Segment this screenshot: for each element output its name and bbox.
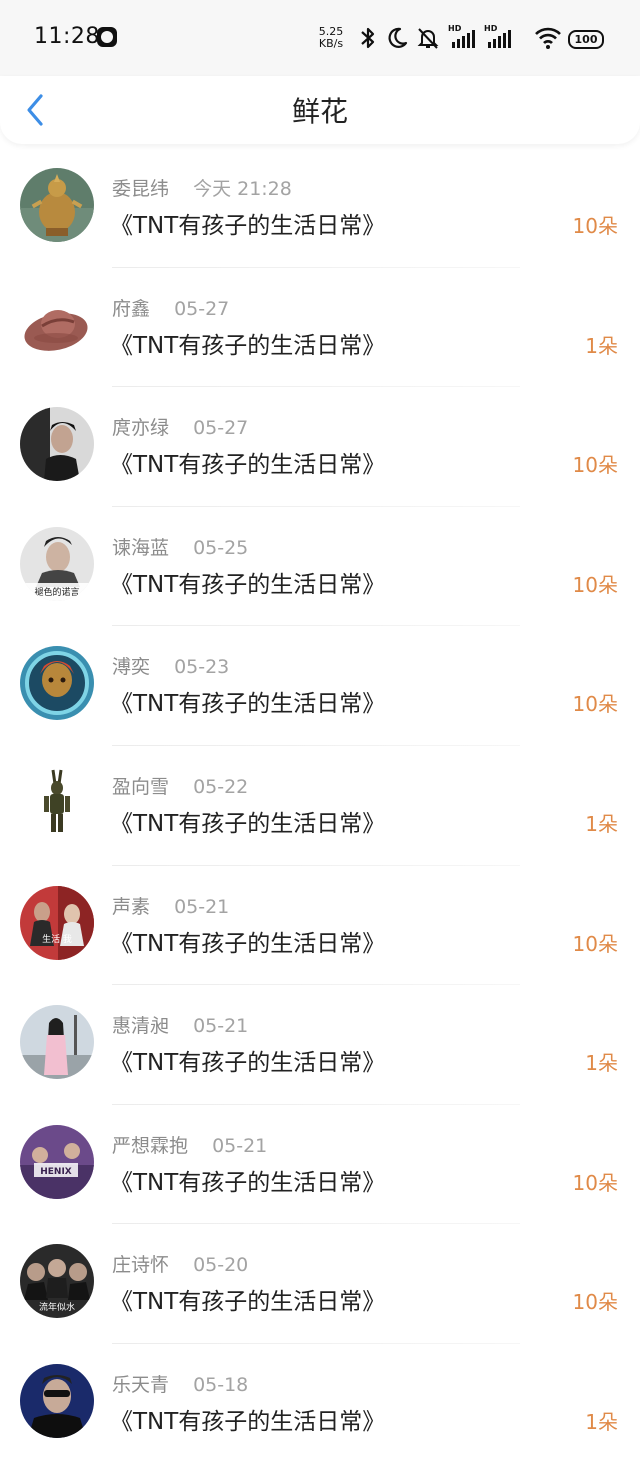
sender-line: 惠清昶 05-21 [112,1011,248,1038]
send-date: 05-23 [174,656,230,679]
moon-icon [388,27,408,48]
sender-line: 庄诗怀 05-20 [112,1250,248,1277]
send-date: 05-22 [193,775,249,798]
book-title: 《TNT有孩子的生活日常》 [110,1289,386,1316]
list-item[interactable]: 生活 我 声素 05-21 《TNT有孩子的生活日常》 10朵 [0,866,640,986]
send-date: 今天 21:28 [193,178,292,200]
book-title: 《TNT有孩子的生活日常》 [110,452,386,479]
avatar[interactable]: 褪色的诺言 [20,526,94,601]
avatar-caption: HENIX [40,1167,72,1177]
avatar-caption: 流年似水 [39,1301,75,1313]
avatar[interactable]: 流年似水 [20,1244,94,1319]
sender-name: 庄诗怀 [112,1254,170,1277]
book-title: 《TNT有孩子的生活日常》 [110,1050,386,1077]
book-title: 《TNT有孩子的生活日常》 [110,691,386,718]
sender-line: 乐天青 05-18 [112,1370,248,1397]
wifi-icon [535,27,561,49]
avatar[interactable] [20,407,94,482]
sender-name: 惠清昶 [112,1015,170,1038]
send-date: 05-18 [193,1373,249,1396]
flower-count: 10朵 [572,572,618,597]
flower-count: 10朵 [572,1170,618,1195]
list-item[interactable]: 委昆纬 今天 21:28 《TNT有孩子的生活日常》 10朵 [0,148,640,268]
signal-icon-2: HD [484,24,512,48]
book-title: 《TNT有孩子的生活日常》 [110,213,386,239]
send-date: 05-21 [193,1015,249,1038]
book-title: 《TNT有孩子的生活日常》 [110,1408,386,1435]
list-item[interactable]: 溥奕 05-23 《TNT有孩子的生活日常》 10朵 [0,626,640,746]
book-title: 《TNT有孩子的生活日常》 [110,930,386,957]
bluetooth-icon [361,27,375,49]
avatar[interactable]: 生活 我 [20,885,94,960]
flower-count: 1朵 [585,333,618,358]
avatar[interactable] [20,168,94,242]
flower-count: 1朵 [585,1051,618,1076]
flower-count: 1朵 [585,1409,618,1434]
flower-count: 10朵 [572,214,618,238]
list-item[interactable]: 府鑫 05-27 《TNT有孩子的生活日常》 1朵 [0,268,640,388]
flower-count: 10朵 [572,453,618,478]
sender-line: 溥奕 05-23 [112,652,229,679]
send-date: 05-25 [193,536,249,559]
flower-count: 1朵 [585,811,618,836]
sender-line: 严想霖抱 05-21 [112,1131,267,1158]
book-title: 《TNT有孩子的生活日常》 [110,810,386,837]
sender-name: 委昆纬 [112,178,170,200]
sender-line: 府鑫 05-27 [112,294,229,321]
bell-off-icon [417,28,439,49]
clock-icon [97,27,117,47]
avatar[interactable] [20,1363,94,1438]
sender-name: 声素 [112,895,151,918]
header: 鲜花 [0,76,640,144]
send-date: 05-27 [174,297,230,320]
signal-icon: HD [448,24,476,48]
list-item[interactable]: 惠清昶 05-21 《TNT有孩子的生活日常》 1朵 [0,985,640,1105]
avatar-caption: 褪色的诺言 [34,586,79,598]
avatar[interactable] [20,765,94,840]
status-time: 11:28 [34,24,100,49]
list-item[interactable]: HENIX 严想霖抱 05-21 《TNT有孩子的生活日常》 10朵 [0,1105,640,1225]
sender-line: 庹亦绿 05-27 [112,413,248,440]
list-item[interactable]: 流年似水 庄诗怀 05-20 《TNT有孩子的生活日常》 10朵 [0,1224,640,1344]
avatar[interactable] [20,287,94,362]
book-title: 《TNT有孩子的生活日常》 [110,1169,386,1196]
net-speed: 5.25 KB/s [316,26,346,50]
send-date: 05-21 [174,895,230,918]
sender-name: 府鑫 [112,297,151,320]
sender-name: 严想霖抱 [112,1134,189,1157]
avatar-caption: 生活 我 [42,933,72,945]
sender-line: 委昆纬 今天 21:28 [112,174,292,201]
status-bar: 11:28 5.25 KB/s HD HD 100 [0,0,640,76]
sender-name: 乐天青 [112,1373,170,1396]
battery-icon: 100 [568,30,604,49]
sender-name: 庹亦绿 [112,417,170,440]
avatar[interactable]: HENIX [20,1124,94,1199]
flower-list: 委昆纬 今天 21:28 《TNT有孩子的生活日常》 10朵 府鑫 05-27 … [0,148,640,1464]
flower-count: 10朵 [572,1290,618,1315]
avatar[interactable] [20,1005,94,1080]
flower-count: 10朵 [572,931,618,956]
book-title: 《TNT有孩子的生活日常》 [110,571,386,598]
sender-line: 谏海蓝 05-25 [112,533,248,560]
send-date: 05-21 [212,1134,268,1157]
sender-name: 盈向雪 [112,775,170,798]
flower-count: 10朵 [572,692,618,717]
book-title: 《TNT有孩子的生活日常》 [110,332,386,359]
list-item[interactable]: 盈向雪 05-22 《TNT有孩子的生活日常》 1朵 [0,746,640,866]
list-item[interactable]: 褪色的诺言 谏海蓝 05-25 《TNT有孩子的生活日常》 10朵 [0,507,640,627]
send-date: 05-27 [193,417,249,440]
sender-name: 溥奕 [112,656,151,679]
avatar[interactable] [20,646,94,721]
page-title: 鲜花 [291,95,348,128]
sender-line: 盈向雪 05-22 [112,772,248,799]
sender-line: 声素 05-21 [112,892,229,919]
net-speed-unit: KB/s [318,37,344,50]
send-date: 05-20 [193,1254,249,1277]
list-item[interactable]: 庹亦绿 05-27 《TNT有孩子的生活日常》 10朵 [0,387,640,507]
sender-name: 谏海蓝 [112,536,170,559]
list-item[interactable]: 乐天青 05-18 《TNT有孩子的生活日常》 1朵 [0,1344,640,1464]
